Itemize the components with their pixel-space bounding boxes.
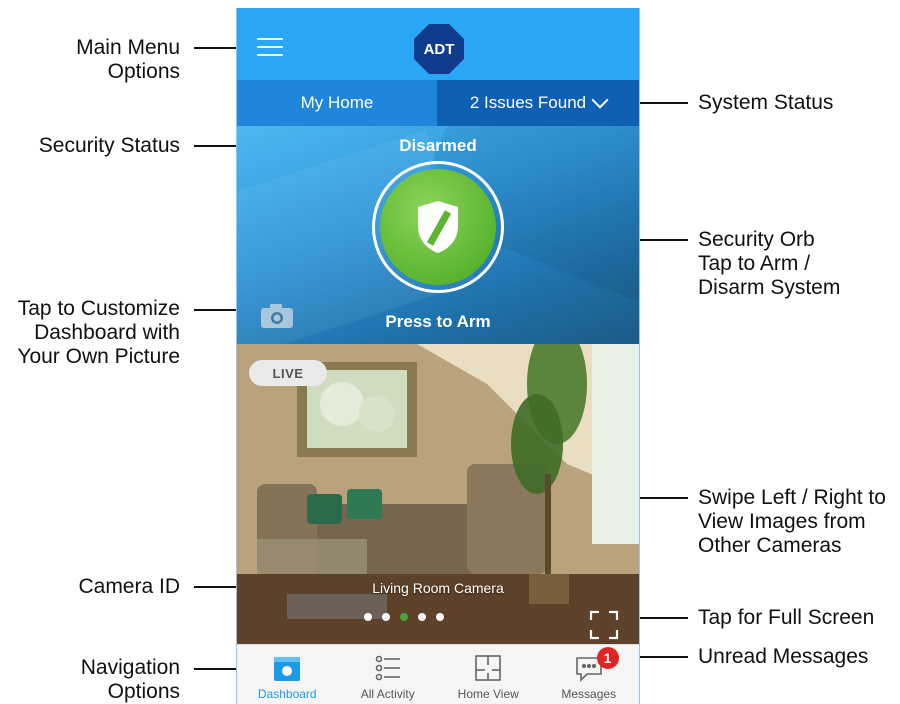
callout-customize-line1: Tap to Customize bbox=[17, 297, 180, 320]
camera-name: Living Room Camera bbox=[372, 580, 504, 596]
callout-swipe: Swipe Left / Right to View Images from O… bbox=[698, 486, 886, 558]
camera-feed[interactable]: LIVE Living Room Camera bbox=[237, 344, 639, 644]
app-header: ADT bbox=[237, 8, 639, 80]
adt-logo: ADT bbox=[414, 24, 464, 74]
callout-system-status-text: System Status bbox=[698, 91, 834, 114]
callout-customize-line3: Your Own Picture bbox=[17, 345, 180, 368]
callout-camera-id: Camera ID bbox=[78, 575, 180, 599]
nav-label: Messages bbox=[561, 687, 617, 701]
nav-messages[interactable]: Messages 1 bbox=[539, 645, 640, 704]
security-status: Disarmed bbox=[399, 136, 477, 155]
callout-full-screen-text: Tap for Full Screen bbox=[698, 606, 875, 629]
phone-screen: ADT My Home 2 Issues Found Disarmed Pres… bbox=[236, 8, 640, 704]
fullscreen-icon[interactable] bbox=[589, 610, 619, 640]
nav-home-view[interactable]: Home View bbox=[438, 645, 539, 704]
carousel-dot[interactable] bbox=[418, 613, 426, 621]
carousel-dot[interactable] bbox=[436, 613, 444, 621]
carousel-dot[interactable] bbox=[364, 613, 372, 621]
bottom-navigation: Dashboard All Activity Home View Message… bbox=[237, 644, 639, 704]
hamburger-menu-icon[interactable] bbox=[257, 38, 283, 58]
callout-security-orb-line1: Security Orb bbox=[698, 228, 815, 251]
callout-customize: Tap to Customize Dashboard with Your Own… bbox=[17, 297, 180, 369]
security-hero: Disarmed Press to Arm bbox=[237, 126, 639, 344]
callout-main-menu: Main Menu Options bbox=[76, 36, 180, 84]
arm-label: Press to Arm bbox=[385, 312, 491, 331]
callout-navigation: Navigation Options bbox=[81, 656, 180, 704]
unread-badge: 1 bbox=[596, 647, 619, 669]
system-status-dropdown[interactable]: 2 Issues Found bbox=[437, 80, 639, 126]
callout-swipe-line3: Other Cameras bbox=[698, 534, 842, 557]
security-orb[interactable] bbox=[372, 161, 504, 293]
dashboard-icon bbox=[274, 657, 301, 681]
carousel-dot-active[interactable] bbox=[400, 613, 408, 621]
callout-camera-id-text: Camera ID bbox=[78, 575, 180, 598]
issues-label: 2 Issues Found bbox=[469, 93, 587, 112]
callout-swipe-line2: View Images from bbox=[698, 510, 866, 533]
callout-swipe-line1: Swipe Left / Right to bbox=[698, 486, 886, 509]
callout-navigation-line2: Options bbox=[107, 680, 180, 703]
shield-icon bbox=[418, 201, 458, 253]
nav-label: Dashboard bbox=[257, 687, 317, 701]
callout-main-menu-line1: Main Menu bbox=[76, 36, 180, 59]
living-room-photo bbox=[237, 344, 639, 644]
callout-security-orb-line2: Tap to Arm / bbox=[698, 252, 811, 275]
tab-my-home[interactable]: My Home bbox=[237, 80, 437, 126]
callout-security-status: Security Status bbox=[39, 134, 180, 158]
nav-dashboard[interactable]: Dashboard bbox=[237, 645, 338, 704]
callout-customize-line2: Dashboard with bbox=[34, 321, 180, 344]
security-orb-fill bbox=[380, 169, 496, 285]
status-tabs: My Home 2 Issues Found bbox=[237, 80, 639, 126]
callout-security-status-text: Security Status bbox=[38, 134, 180, 157]
callout-security-orb: Security Orb Tap to Arm / Disarm System bbox=[698, 228, 840, 300]
callout-security-orb-line3: Disarm System bbox=[698, 276, 841, 299]
carousel-dot[interactable] bbox=[382, 613, 390, 621]
callout-system-status: System Status bbox=[698, 91, 833, 115]
nav-label: Home View bbox=[457, 687, 519, 701]
nav-label: All Activity bbox=[360, 687, 415, 701]
chevron-down-icon bbox=[591, 91, 609, 109]
activity-list-icon bbox=[375, 655, 400, 681]
carousel-dots[interactable] bbox=[364, 613, 444, 621]
callout-full-screen: Tap for Full Screen bbox=[698, 606, 874, 630]
callout-unread: Unread Messages bbox=[698, 645, 868, 669]
nav-all-activity[interactable]: All Activity bbox=[338, 645, 439, 704]
callout-main-menu-line2: Options bbox=[107, 60, 180, 83]
live-badge: LIVE bbox=[249, 360, 327, 386]
floorplan-icon bbox=[475, 655, 502, 681]
callout-unread-text: Unread Messages bbox=[698, 645, 869, 668]
callout-navigation-line1: Navigation bbox=[80, 656, 180, 679]
